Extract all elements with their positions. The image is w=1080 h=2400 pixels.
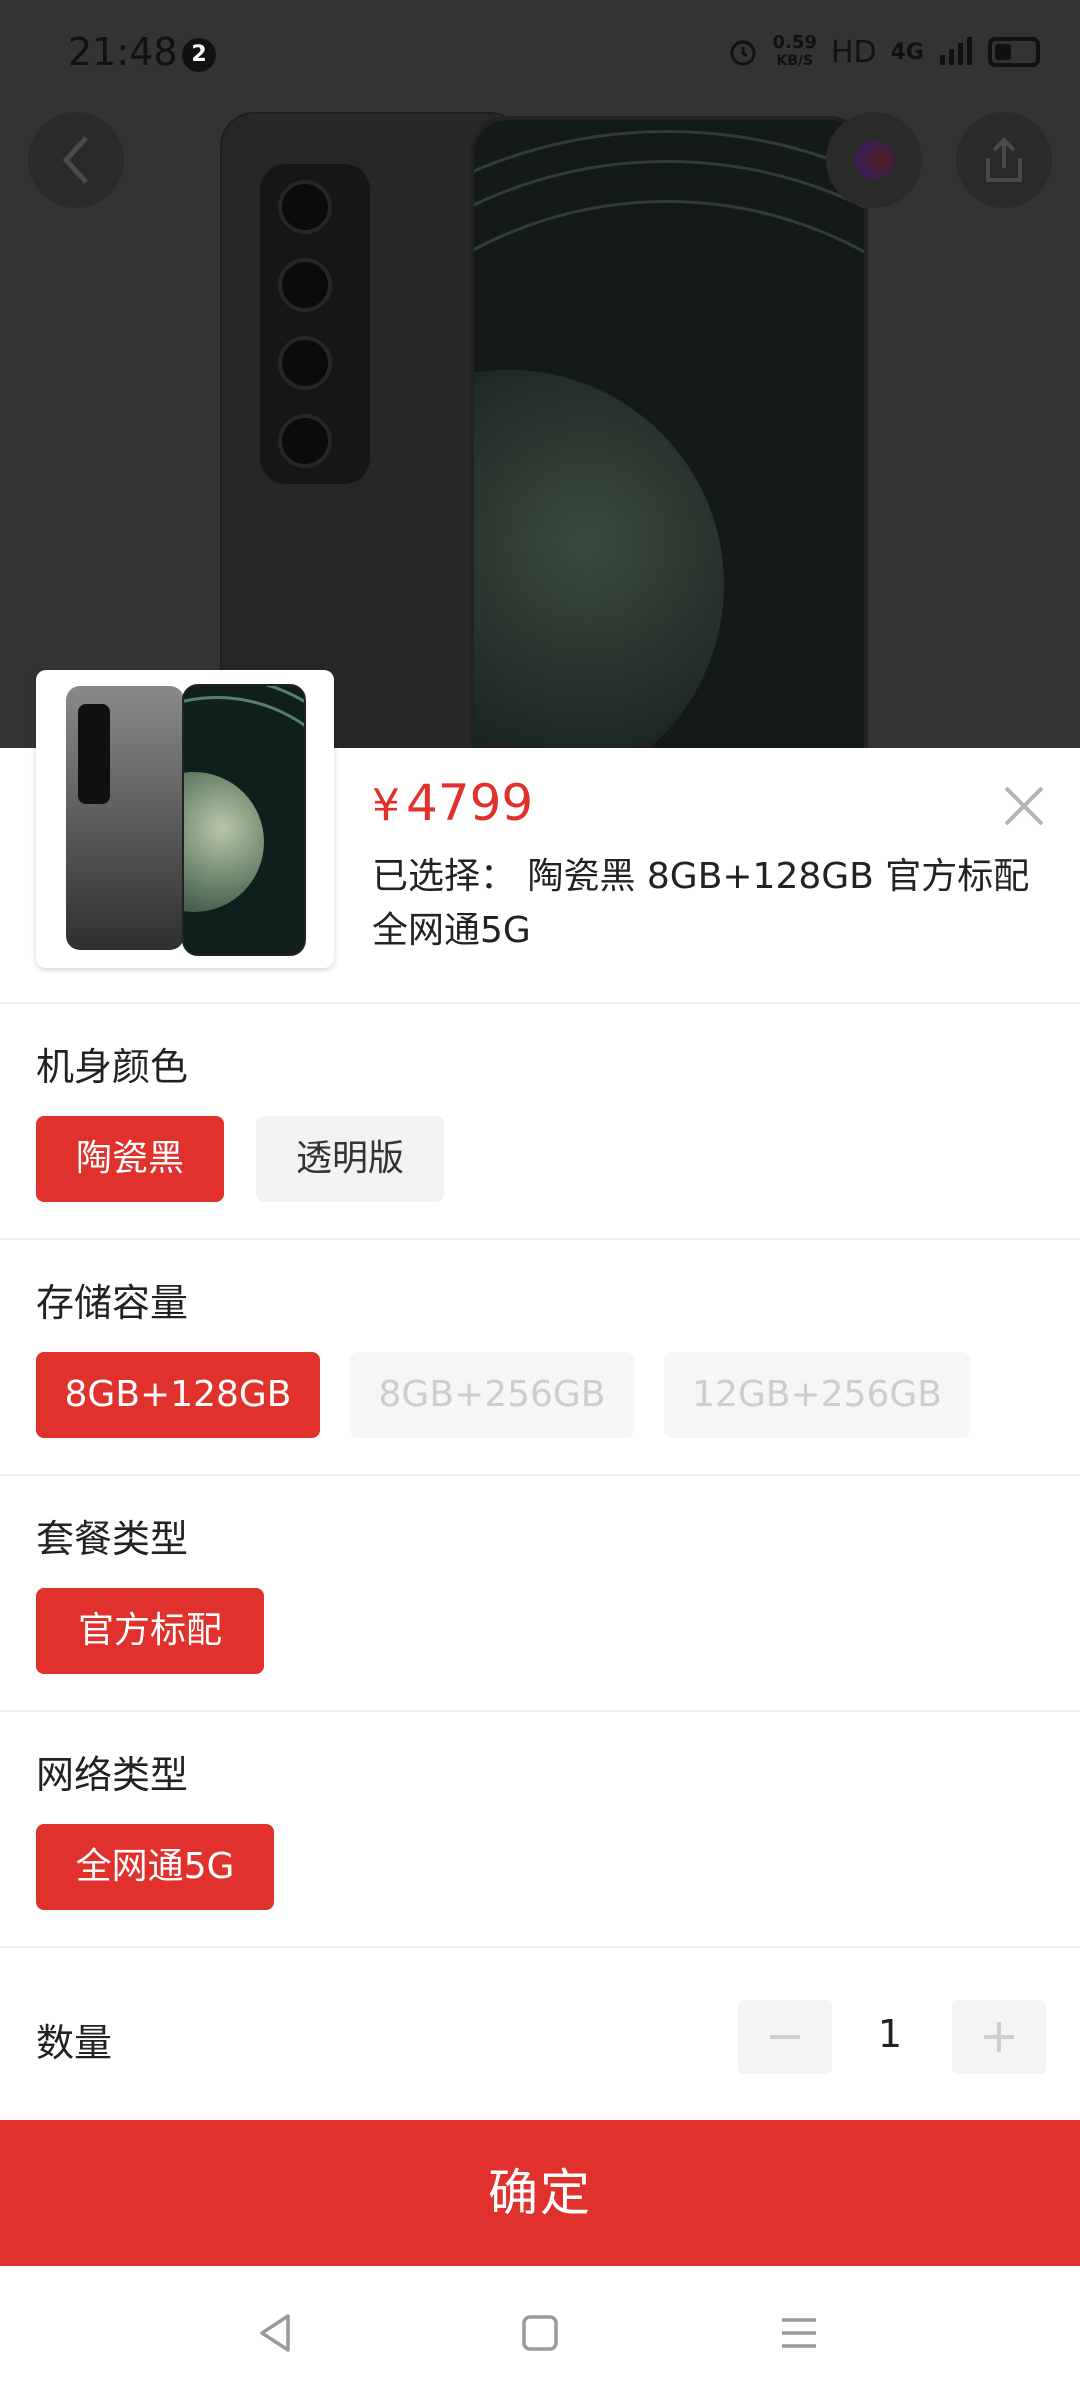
camera-lens [278,336,332,390]
back-button[interactable] [28,112,124,208]
section-title-color: 机身颜色 [36,1045,189,1089]
product-image-backdrop: 21:48 2 0.59 KB/S HD 4G [0,0,1080,748]
quantity-value: 1 [877,2012,903,2056]
phone-front-image [470,116,868,748]
share-icon [986,137,1022,182]
chevron-left-icon [62,136,88,184]
camera-lens [278,414,332,468]
product-thumbnail [36,670,334,968]
status-time: 21:48 [68,30,178,74]
status-bar: 21:48 2 0.59 KB/S HD 4G [0,0,1080,108]
system-navigation-bar [0,2266,1080,2400]
minus-icon [770,2035,800,2039]
divider [0,1946,1080,1948]
network-type: 4G [890,39,924,65]
selected-summary: 已选择： 陶瓷黑 8GB+128GB 官方标配 全网通5G [372,856,1030,951]
favorite-icon [854,140,894,180]
product-price: ¥4799 [372,774,534,832]
divider [0,1474,1080,1476]
battery-icon [988,37,1040,67]
camera-lens [278,258,332,312]
quantity-decrease-button[interactable] [738,2000,832,2074]
alarm-icon [730,40,756,66]
divider [0,1002,1080,1004]
option-network-5g[interactable]: 全网通5G [36,1824,274,1910]
section-title-network: 网络类型 [36,1753,189,1797]
nav-menu-icon[interactable] [774,2308,824,2358]
signal-icon [940,37,972,65]
nav-home-icon[interactable] [515,2308,565,2358]
section-title-package: 套餐类型 [36,1517,189,1561]
camera-lens [278,180,332,234]
option-package-official[interactable]: 官方标配 [36,1588,264,1674]
option-storage-8-256[interactable]: 8GB+256GB [350,1352,634,1438]
option-color-ceramic-black[interactable]: 陶瓷黑 [36,1116,224,1202]
favorite-button[interactable] [826,112,922,208]
hd-indicator: HD [830,34,877,70]
option-color-transparent[interactable]: 透明版 [256,1116,444,1202]
plus-icon [984,2022,1014,2052]
option-storage-8-128[interactable]: 8GB+128GB [36,1352,320,1438]
net-speed: 0.59 KB/S [772,32,817,70]
divider [0,1238,1080,1240]
share-button[interactable] [956,112,1052,208]
quantity-increase-button[interactable] [952,2000,1046,2074]
quantity-label: 数量 [36,2021,113,2065]
option-storage-12-256[interactable]: 12GB+256GB [664,1352,970,1438]
divider [0,1710,1080,1712]
notification-badge: 2 [182,38,216,72]
nav-back-icon[interactable] [252,2308,302,2358]
confirm-button[interactable]: 确定 [0,2120,1080,2266]
close-icon[interactable] [996,778,1052,834]
section-title-storage: 存储容量 [36,1281,189,1325]
